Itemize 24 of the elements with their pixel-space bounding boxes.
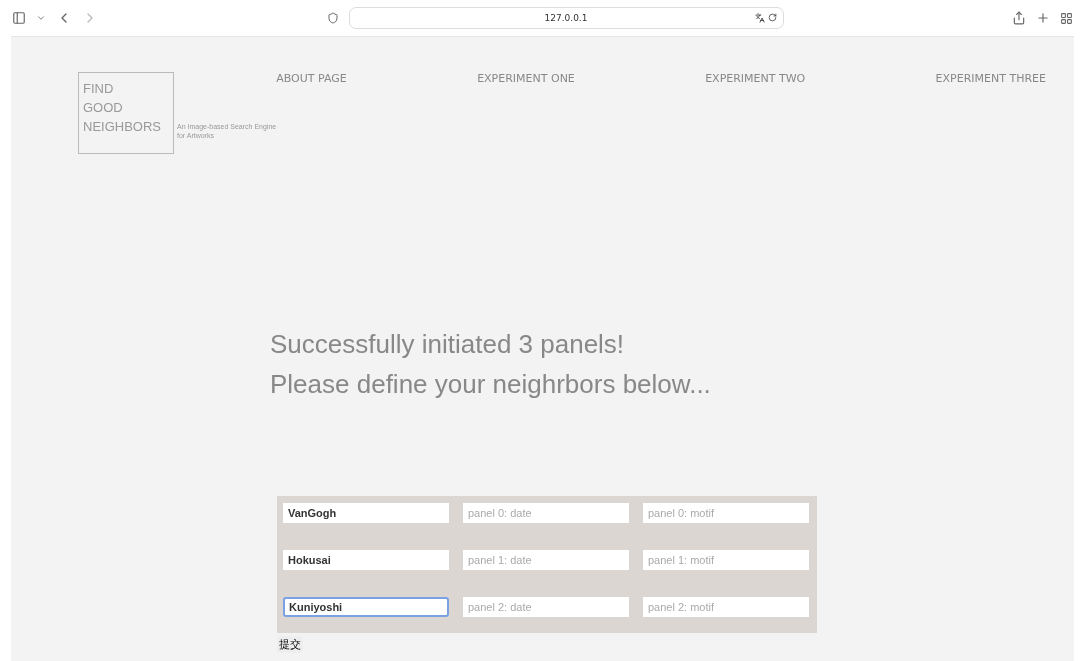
tab-overview-icon[interactable] bbox=[1060, 11, 1073, 25]
chevron-down-icon[interactable] bbox=[36, 13, 46, 23]
address-bar[interactable]: 127.0.0.1 bbox=[348, 7, 784, 29]
motif-field[interactable]: panel 2: motif bbox=[643, 597, 809, 617]
heading-line: Please define your neighrbors below... bbox=[270, 368, 712, 401]
sidebar-icon[interactable] bbox=[12, 11, 26, 25]
logo-text: NEIGHBORS bbox=[83, 118, 161, 136]
name-field[interactable]: VanGogh bbox=[283, 503, 449, 523]
date-field[interactable]: panel 0: date bbox=[463, 503, 629, 523]
logo-text: GOOD bbox=[83, 99, 123, 117]
date-field[interactable]: panel 1: date bbox=[463, 550, 629, 570]
logo-text: FIND bbox=[83, 80, 114, 98]
heading-line: Successfully initiated 3 panels! bbox=[270, 328, 626, 361]
new-tab-icon[interactable] bbox=[1036, 11, 1050, 25]
name-field[interactable]: Hokusai bbox=[283, 550, 449, 570]
shield-icon[interactable] bbox=[326, 12, 339, 24]
translate-icon[interactable] bbox=[754, 13, 765, 23]
reload-icon[interactable] bbox=[767, 13, 777, 22]
motif-field[interactable]: panel 1: motif bbox=[643, 550, 809, 570]
name-field[interactable]: Kuniyoshi bbox=[283, 597, 449, 617]
date-field[interactable]: panel 2: date bbox=[463, 597, 629, 617]
motif-field[interactable]: panel 0: motif bbox=[643, 503, 809, 523]
submit-button[interactable]: 提交 bbox=[277, 636, 303, 653]
share-icon[interactable] bbox=[1012, 11, 1026, 25]
